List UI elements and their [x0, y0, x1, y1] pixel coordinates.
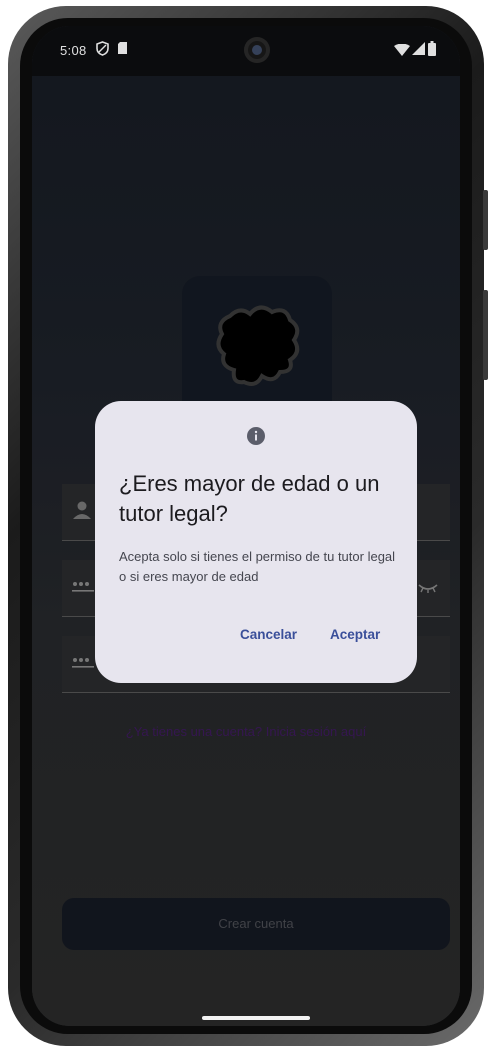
home-indicator[interactable] — [202, 1016, 310, 1020]
age-confirmation-dialog: ¿Eres mayor de edad o un tutor legal? Ac… — [95, 401, 417, 683]
info-icon — [247, 427, 265, 450]
dialog-title: ¿Eres mayor de edad o un tutor legal? — [119, 471, 380, 526]
volume-button — [483, 190, 488, 250]
power-button — [483, 290, 488, 380]
cancel-button[interactable]: Cancelar — [240, 627, 297, 642]
accept-button[interactable]: Aceptar — [330, 627, 380, 642]
screen: 5:08 ¿Ya tienes una cuenta? Inicia sesió… — [32, 26, 460, 1026]
dialog-message: Acepta solo si tienes el permiso de tu t… — [119, 549, 396, 584]
